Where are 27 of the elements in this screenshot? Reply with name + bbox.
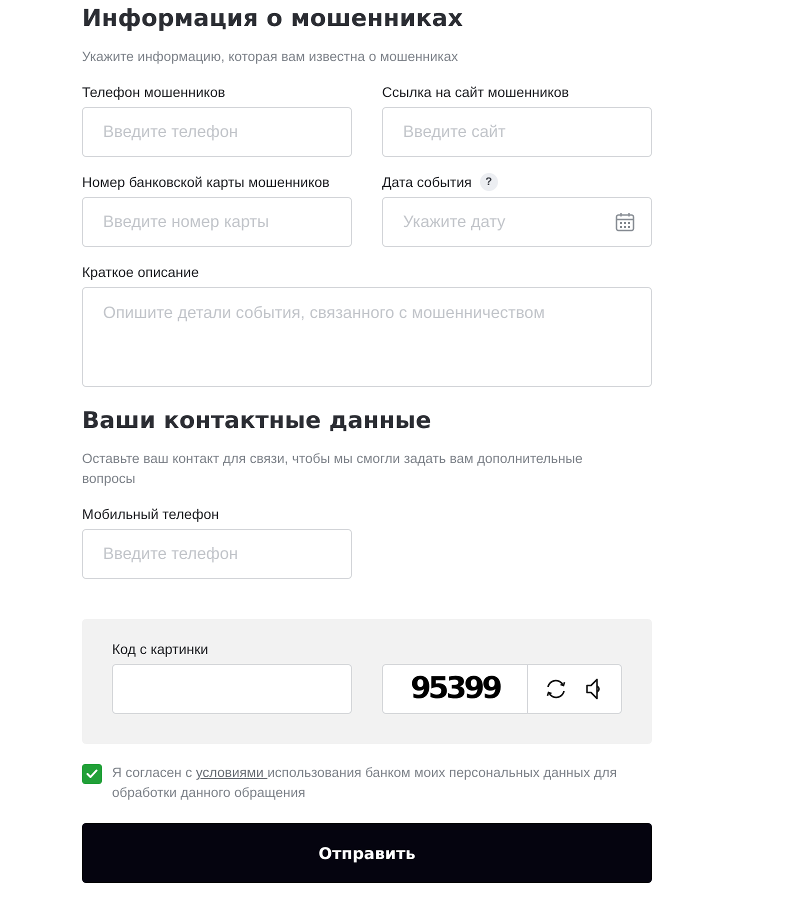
submit-button[interactable]: Отправить <box>82 823 652 883</box>
calendar-icon[interactable] <box>615 212 635 232</box>
captcha-field[interactable] <box>112 664 352 714</box>
section-title: Информация о мошенниках <box>82 3 464 34</box>
help-badge[interactable]: ? <box>480 173 498 191</box>
consent-text: Я согласен с условиями использования банком моих персональных данных для обработки данного обращения <box>112 764 618 802</box>
field-label: Мобильный телефон <box>82 505 219 524</box>
section-subtitle: Оставьте ваш контакт для связи, чтобы мы смогли задать вам дополнительные вопросы <box>82 450 584 488</box>
terms-link[interactable]: условиями <box>196 765 268 780</box>
field-label: Код с картинки <box>112 640 208 659</box>
section-title: Ваши контактные данные <box>82 407 432 436</box>
check-icon <box>86 769 98 779</box>
text-field[interactable]: Введите телефон <box>82 107 352 157</box>
text-field[interactable]: Введите сайт <box>382 107 652 157</box>
field-label: Номер банковской карты мошенников <box>82 173 330 192</box>
section-subtitle: Укажите информацию, которая вам известна о мошенниках <box>82 48 460 66</box>
date-field[interactable]: Укажите дату <box>382 197 652 247</box>
field-label: Ссылка на сайт мошенников <box>382 83 569 102</box>
text-field[interactable]: Введите телефон <box>82 529 352 579</box>
field-label: Краткое описание <box>82 263 199 282</box>
description-field[interactable]: Опишите детали события, связанного с мошенничеством <box>82 287 652 387</box>
text-field[interactable]: Введите номер карты <box>82 197 352 247</box>
captcha-image: 95399 <box>409 670 502 708</box>
consent-checkbox[interactable] <box>82 764 102 784</box>
speaker-icon <box>586 678 602 700</box>
field-label: Дата события <box>382 173 472 192</box>
field-label: Телефон мошенников <box>82 83 226 102</box>
